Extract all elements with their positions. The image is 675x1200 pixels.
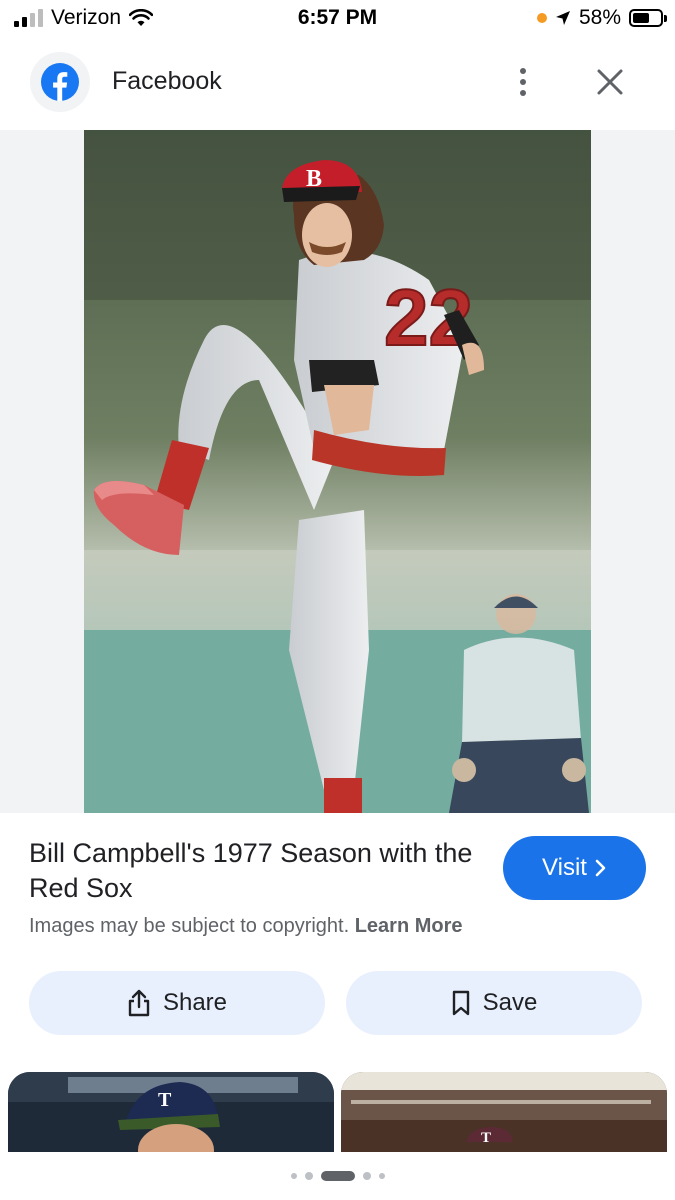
svg-text:T: T [481, 1130, 491, 1146]
svg-text:T: T [158, 1089, 172, 1111]
battery-percent: 58% [578, 6, 621, 29]
source-header: Facebook [0, 40, 675, 130]
site-name[interactable]: Facebook [112, 67, 222, 96]
related-image-thumbnail[interactable]: T [341, 1072, 667, 1152]
close-icon[interactable] [592, 64, 628, 100]
page-dot-active [320, 1171, 355, 1181]
page-dot [362, 1172, 371, 1180]
status-bar: Verizon 6:57 PM 58% [0, 0, 675, 38]
battery-icon [629, 9, 667, 27]
page-dot [304, 1172, 313, 1180]
location-arrow-icon [555, 11, 570, 25]
copyright-text: Images may be subject to copyright. [29, 915, 350, 937]
carousel-page-indicator [0, 1168, 675, 1184]
page-dot [378, 1173, 385, 1179]
facebook-logo-icon [41, 63, 79, 101]
related-image: T [341, 1072, 667, 1152]
save-button[interactable]: Save [346, 971, 642, 1035]
result-title[interactable]: Bill Campbell's 1977 Season with the Red… [29, 836, 489, 906]
related-image: T [8, 1072, 334, 1152]
privacy-indicator-dot [536, 13, 547, 23]
bookmark-icon [452, 990, 469, 1016]
site-icon-button[interactable] [30, 52, 90, 112]
save-label: Save [482, 989, 538, 1016]
share-label: Share [162, 989, 228, 1016]
image-preview-area: 22 B [0, 130, 675, 813]
visit-label: Visit [542, 854, 587, 881]
svg-text:B: B [306, 166, 322, 192]
pitcher-photo[interactable]: 22 B [84, 130, 591, 813]
visit-button[interactable]: Visit [503, 836, 646, 900]
chevron-right-icon [595, 859, 606, 877]
more-options-icon[interactable] [507, 64, 539, 100]
share-icon [128, 989, 150, 1017]
page-dot [290, 1173, 297, 1179]
copyright-notice: Images may be subject to copyright. Lear… [29, 915, 463, 938]
share-button[interactable]: Share [29, 971, 325, 1035]
learn-more-link[interactable]: Learn More [355, 915, 463, 937]
related-image-thumbnail[interactable]: T [8, 1072, 334, 1152]
